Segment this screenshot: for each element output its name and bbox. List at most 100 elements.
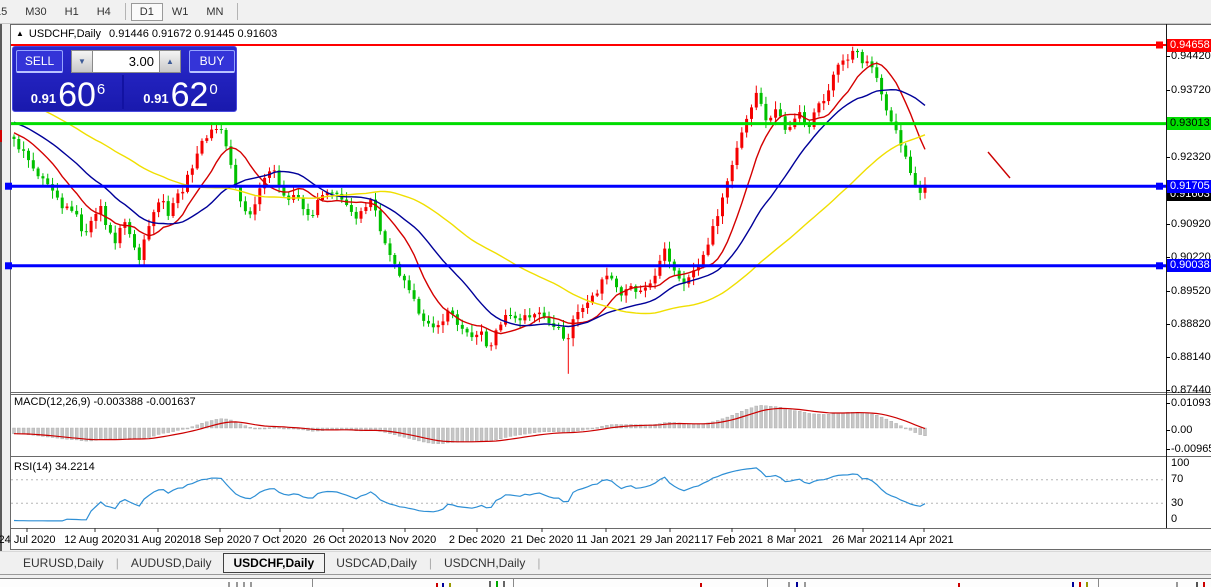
strip-mark [1203, 582, 1205, 587]
timeframe-button-w1[interactable]: W1 [163, 3, 198, 21]
timeframe-button-mn[interactable]: MN [197, 3, 232, 21]
one-click-trading-panel: SELL ▼ 3.00 ▲ BUY 0.91606 0.91620 [12, 46, 237, 112]
macd-scale-dash [1166, 403, 1170, 404]
strip-mark [228, 582, 230, 587]
chart-tab-usdcad[interactable]: USDCAD,Daily [325, 553, 428, 573]
date-tick-label: 26 Mar 2021 [832, 534, 894, 546]
timeframe-toolbar: 15M30H1H4 D1W1MN [0, 0, 1211, 24]
hline-price-tag: 0.90038 [1167, 259, 1211, 272]
macd-scale-label: 0.00 [1171, 424, 1192, 436]
date-tick-label: 29 Jan 2021 [640, 534, 701, 546]
timeframe-button-m30[interactable]: M30 [16, 3, 55, 21]
date-tick-label: 24 Jul 2020 [0, 534, 55, 546]
date-tick-label: 31 Aug 2020 [127, 534, 189, 546]
buy-price-display[interactable]: 0.91620 [126, 75, 235, 111]
background-windows-strip [0, 579, 1211, 587]
chart-tab-usdchf[interactable]: USDCHF,Daily [223, 553, 326, 573]
timeframe-button-15[interactable]: 15 [0, 3, 16, 21]
volume-decrease-button[interactable]: ▼ [71, 50, 93, 73]
price-tick-label: 0.88820 [1171, 318, 1211, 330]
strip-mark [449, 583, 451, 587]
strip-mark [1072, 582, 1074, 587]
strip-mark [442, 583, 444, 587]
strip-mark [489, 581, 491, 587]
volume-input[interactable]: 3.00 [93, 50, 159, 73]
up-arrow-icon: ▲ [166, 57, 174, 66]
date-tick-label: 21 Dec 2020 [511, 534, 573, 546]
macd-title: MACD(12,26,9) -0.003388 -0.001637 [14, 396, 196, 408]
strip-mark [796, 582, 798, 587]
timeframe-button-d1[interactable]: D1 [131, 3, 163, 21]
timeframe-button-h4[interactable]: H4 [88, 3, 120, 21]
rsi-scale-label: 30 [1171, 497, 1183, 509]
strip-mark [243, 582, 245, 587]
price-tick-dash [1166, 324, 1170, 325]
chart-tab-bar: EURUSD,Daily|AUDUSD,DailyUSDCHF,DailyUSD… [0, 551, 1211, 574]
strip-separator [312, 579, 313, 587]
chart-tab-usdcnh[interactable]: USDCNH,Daily [433, 553, 536, 573]
date-tick-label: 7 Oct 2020 [253, 534, 307, 546]
date-axis-border [10, 528, 1211, 529]
price-tick-dash [1166, 90, 1170, 91]
strip-mark [1079, 582, 1081, 587]
pane-splitter-rsi[interactable] [10, 456, 1211, 457]
strip-mark [788, 582, 790, 587]
timeframe-button-h1[interactable]: H1 [56, 3, 88, 21]
chart-header: ▲USDCHF,Daily0.91446 0.91672 0.91445 0.9… [16, 28, 277, 40]
macd-scale-label: 0.010933 [1171, 397, 1211, 409]
buy-button[interactable]: BUY [189, 50, 235, 73]
date-tick-label: 2 Dec 2020 [449, 534, 505, 546]
sell-price-big: 60 [58, 79, 96, 111]
hline-price-tag: 0.93013 [1167, 117, 1211, 130]
chart-tab-audusd[interactable]: AUDUSD,Daily [120, 553, 223, 573]
ohlc-values: 0.91446 0.91672 0.91445 0.91603 [109, 28, 277, 40]
date-tick-label: 14 Apr 2021 [894, 534, 953, 546]
rsi-scale-label: 0 [1171, 513, 1177, 525]
strip-mark [496, 581, 498, 587]
strip-separator [1098, 579, 1099, 587]
strip-separator [513, 579, 514, 587]
date-tick-label: 18 Sep 2020 [189, 534, 251, 546]
price-tick-dash [1166, 224, 1170, 225]
date-tick-label: 26 Oct 2020 [313, 534, 373, 546]
buy-price-prefix: 0.91 [143, 91, 168, 106]
sell-price-display[interactable]: 0.91606 [16, 75, 120, 111]
price-tick-label: 0.90920 [1171, 218, 1211, 230]
strip-separator [767, 579, 768, 587]
strip-mark [1196, 582, 1198, 587]
mt4-application: 15M30H1H4D1W1MN ▲USDCHF,Daily0.91446 0.9… [0, 0, 1211, 587]
price-tick-dash [1166, 157, 1170, 158]
buy-price-big: 62 [171, 79, 209, 111]
collapse-arrow-icon[interactable]: ▲ [16, 29, 24, 38]
macd-scale-dash [1166, 449, 1170, 450]
toolbar-separator [237, 3, 238, 20]
date-tick-label: 11 Jan 2021 [576, 534, 636, 546]
down-arrow-icon: ▼ [78, 57, 86, 66]
price-divider [122, 75, 124, 109]
strip-mark [436, 583, 438, 587]
date-tick-label: 17 Feb 2021 [701, 534, 763, 546]
chart-tab-eurusd[interactable]: EURUSD,Daily [12, 553, 115, 573]
strip-mark [250, 582, 252, 587]
strip-mark [503, 581, 505, 587]
rsi-scale-label: 100 [1171, 457, 1189, 469]
macd-scale-label: -0.009653 [1171, 443, 1211, 455]
price-tick-label: 0.93720 [1171, 84, 1211, 96]
window-left-frame [0, 24, 2, 587]
strip-mark [1176, 582, 1178, 587]
pane-splitter-macd[interactable] [10, 392, 1211, 393]
sell-button[interactable]: SELL [16, 50, 63, 73]
date-tick-label: 13 Nov 2020 [374, 534, 436, 546]
volume-increase-button[interactable]: ▲ [159, 50, 181, 73]
strip-mark [236, 582, 238, 587]
date-tick-label: 12 Aug 2020 [64, 534, 126, 546]
macd-scale-dash [1166, 430, 1170, 431]
rsi-title: RSI(14) 34.2214 [14, 461, 95, 473]
edge-artifact [0, 130, 2, 142]
price-tick-dash [1166, 257, 1170, 258]
price-tick-dash [1166, 291, 1170, 292]
price-tick-dash [1166, 390, 1170, 391]
date-tick-label: 8 Mar 2021 [767, 534, 823, 546]
price-tick-label: 0.89520 [1171, 285, 1211, 297]
price-tick-label: 0.92320 [1171, 151, 1211, 163]
